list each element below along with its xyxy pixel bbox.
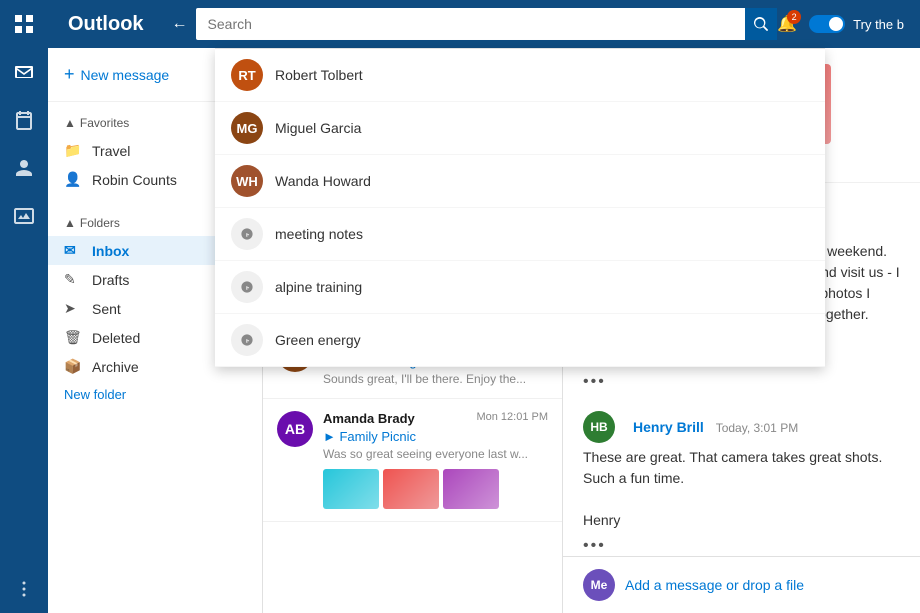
reply-avatar: Me [583, 569, 615, 601]
search-button[interactable] [745, 8, 777, 40]
back-button[interactable]: ← [164, 15, 196, 33]
dropdown-item-5[interactable]: Green energy [215, 314, 825, 367]
message-text-henry: These are great. That camera takes great… [583, 447, 900, 531]
sent-icon: ➤ [64, 300, 84, 317]
preview-amanda: Was so great seeing everyone last w... [323, 447, 548, 461]
collapse-icon2: ▲ [64, 216, 76, 230]
avatar-henry-detail: HB [583, 411, 615, 443]
notification-area: 🔔 2 [777, 14, 797, 34]
author-name-henry: Henry Brill [633, 419, 704, 435]
try-banner: Try the b [809, 15, 904, 33]
archive-icon: 📦 [64, 358, 84, 375]
dropdown-label-4: alpine training [275, 279, 362, 295]
author-info: Henry Brill Today, 3:01 PM [633, 419, 798, 435]
dropdown-item-4[interactable]: alpine training [215, 261, 825, 314]
nav-people-icon[interactable] [0, 144, 48, 192]
thumb-a1 [323, 469, 379, 509]
preview-miguel: Sounds great, I'll be there. Enjoy the..… [323, 372, 548, 386]
topbar: Outlook ← 🔔 2 Try the b [48, 0, 920, 48]
nav-photos-icon[interactable] [0, 192, 48, 240]
dropdown-item-2[interactable]: WH Wanda Howard [215, 155, 825, 208]
inbox-label: Inbox [92, 243, 233, 259]
dropdown-avatar-2: WH [231, 165, 263, 197]
topbar-right: 🔔 2 Try the b [777, 14, 920, 34]
app-container: Outlook ← 🔔 2 Try the b [0, 0, 920, 613]
dropdown-item-0[interactable]: RT Robert Tolbert [215, 49, 825, 102]
dropdown-avatar-0: RT [231, 59, 263, 91]
thumb-a2 [383, 469, 439, 509]
person-icon: 👤 [64, 171, 84, 188]
pencil-icon: ✎ [64, 271, 84, 288]
robin-counts-label: Robin Counts [92, 172, 233, 188]
new-message-label: New message [81, 67, 170, 83]
thumbnails-amanda [323, 469, 548, 509]
nav-calendar-icon[interactable] [0, 96, 48, 144]
dropdown-item-1[interactable]: MG Miguel Garcia [215, 102, 825, 155]
compose-reply[interactable]: Me Add a message or drop a file [563, 556, 920, 613]
dropdown-label-2: Wanda Howard [275, 173, 371, 189]
folder-icon: 📁 [64, 142, 84, 159]
nav-bottom [0, 565, 48, 613]
nav-icons [0, 0, 48, 613]
time-amanda: Mon 12:01 PM [476, 411, 548, 423]
try-toggle[interactable] [809, 15, 845, 33]
more-button-henry[interactable]: ••• [583, 537, 900, 555]
email-content-amanda: Amanda Brady Mon 12:01 PM ► Family Picni… [323, 411, 548, 509]
dropdown-item-3[interactable]: meeting notes [215, 208, 825, 261]
thumb-a3 [443, 469, 499, 509]
more-button-cecil[interactable]: ••• [583, 373, 900, 391]
collapse-icon: ▲ [64, 116, 76, 130]
dropdown-label-1: Miguel Garcia [275, 120, 361, 136]
search-container [196, 8, 778, 40]
app-title: Outlook [48, 13, 164, 36]
trash-icon: 🗑 [64, 329, 84, 346]
new-message-button[interactable]: + New message [64, 60, 169, 89]
sender-amanda: Amanda Brady [323, 411, 415, 426]
search-history-icon-0 [231, 218, 263, 250]
nav-more-icon[interactable] [0, 565, 48, 613]
avatar-amanda: AB [277, 411, 313, 447]
nav-mail-icon[interactable] [0, 48, 48, 96]
dropdown-label-5: Green energy [275, 332, 361, 348]
reply-placeholder: Add a message or drop a file [625, 577, 804, 593]
message-author-henry: HB Henry Brill Today, 3:01 PM [583, 411, 900, 443]
subject-amanda: ► Family Picnic [323, 429, 548, 444]
author-time-henry: Today, 3:01 PM [716, 421, 799, 435]
email-header-amanda: Amanda Brady Mon 12:01 PM [323, 411, 548, 426]
email-item-amanda[interactable]: AB Amanda Brady Mon 12:01 PM ► Family Pi… [263, 399, 562, 522]
dropdown-label-0: Robert Tolbert [275, 67, 363, 83]
search-dropdown: RT Robert Tolbert MG Miguel Garcia WH Wa… [215, 48, 825, 367]
search-input[interactable] [196, 8, 778, 40]
search-history-icon-2 [231, 324, 263, 356]
email-body-amanda: AB Amanda Brady Mon 12:01 PM ► Family Pi… [277, 411, 548, 509]
try-label: Try the b [853, 17, 904, 32]
plus-icon: + [64, 64, 75, 85]
notification-badge: 2 [787, 10, 801, 24]
app-grid-button[interactable] [0, 0, 48, 48]
dropdown-label-3: meeting notes [275, 226, 363, 242]
inbox-icon: ✉ [64, 242, 84, 259]
search-history-icon-1 [231, 271, 263, 303]
dropdown-avatar-1: MG [231, 112, 263, 144]
message-bubble-henry: HB Henry Brill Today, 3:01 PM These are … [583, 411, 900, 555]
new-folder-link[interactable]: New folder [48, 381, 262, 408]
